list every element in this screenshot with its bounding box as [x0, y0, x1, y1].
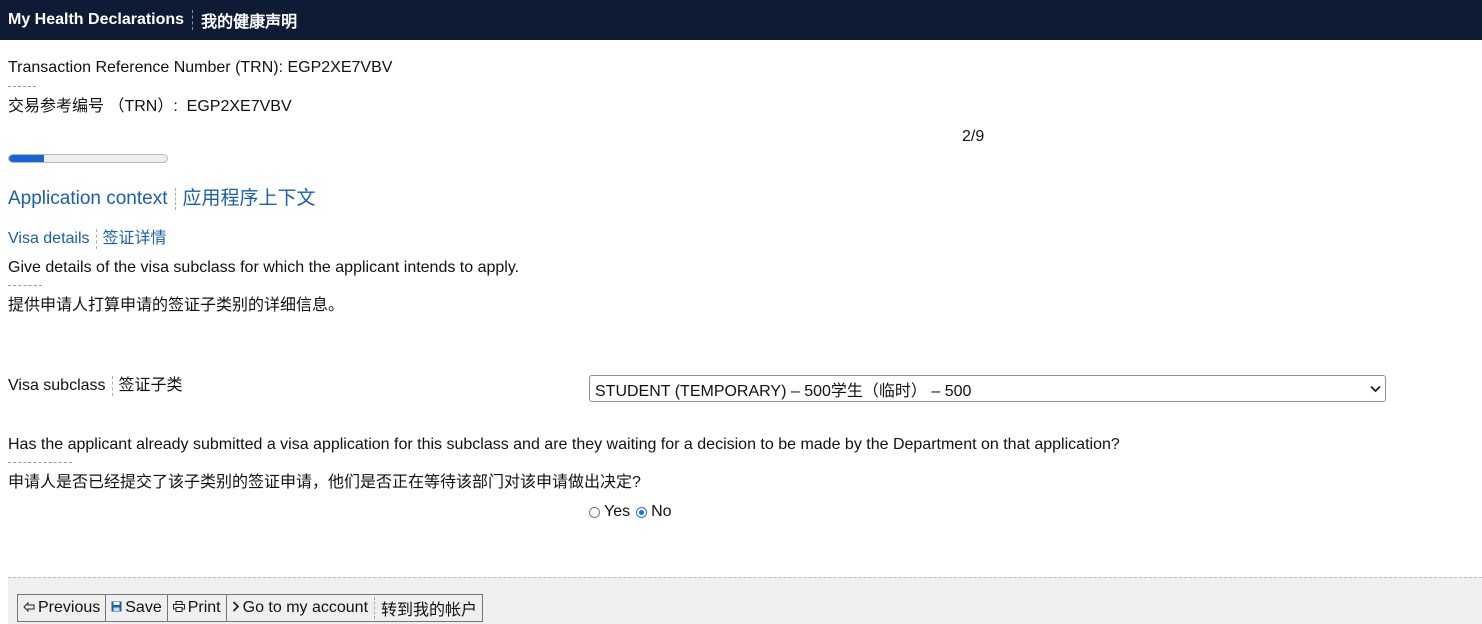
decision-radio-group: Yes No	[589, 503, 672, 521]
save-label: Save	[125, 599, 162, 616]
section-title-en: Application context	[8, 188, 168, 209]
go-to-account-button[interactable]: Go to my account 转到我的帐户	[225, 594, 484, 622]
section-heading: Application context 应用程序上下文	[8, 187, 316, 211]
previous-button[interactable]: Previous	[17, 594, 107, 622]
go-to-account-separator	[374, 597, 376, 619]
section-title-zh: 应用程序上下文	[182, 188, 316, 209]
visa-subclass-select[interactable]: STUDENT (TEMPORARY) – 500学生（临时） – 500	[589, 375, 1386, 402]
go-to-account-label-zh: 转到我的帐户	[381, 602, 478, 619]
yes-radio[interactable]	[589, 506, 600, 518]
progress-text: 2/9	[962, 128, 985, 145]
visa-details-title-en: Visa details	[8, 230, 90, 248]
save-button[interactable]: Save	[105, 594, 168, 622]
no-label[interactable]: No	[651, 503, 671, 521]
progress-fill	[9, 155, 45, 162]
chevron-down-icon	[1365, 382, 1385, 396]
chevron-right-icon	[232, 601, 240, 615]
print-label: Print	[187, 599, 221, 616]
visa-details-heading: Visa details 签证详情	[8, 229, 167, 249]
visa-subclass-label-zh: 签证子类	[118, 377, 183, 395]
visa-subclass-label-en: Visa subclass	[8, 377, 106, 395]
arrow-left-icon	[23, 601, 35, 615]
visa-details-desc-en: Give details of the visa subclass for wh…	[8, 259, 520, 276]
header-title-en: My Health Declarations	[8, 11, 185, 28]
visa-subclass-label-separator	[111, 376, 113, 396]
button-bar: Previous Save Print Go to my account 转到我…	[17, 594, 484, 622]
visa-subclass-label: Visa subclass 签证子类	[8, 376, 183, 396]
trn-en: Transaction Reference Number (TRN): EGP2…	[8, 59, 393, 76]
visa-details-title-zh: 签证详情	[102, 230, 167, 248]
progress-bar	[8, 154, 168, 163]
print-button[interactable]: Print	[166, 594, 227, 622]
go-to-account-label-en: Go to my account	[242, 599, 369, 616]
previous-label: Previous	[38, 599, 101, 616]
question-en: Has the applicant already submitted a vi…	[8, 436, 1120, 453]
visa-subclass-selected-value: STUDENT (TEMPORARY) – 500学生（临时） – 500	[595, 382, 972, 400]
visa-details-divider	[8, 285, 42, 286]
floppy-disk-icon	[111, 601, 122, 615]
question-zh: 申请人是否已经提交了该子类别的签证申请，他们是否正在等待该部门对该申请做出决定?	[8, 474, 641, 491]
printer-icon	[172, 601, 185, 615]
visa-details-desc-zh: 提供申请人打算申请的签证子类别的详细信息。	[8, 297, 345, 314]
header-title-zh: 我的健康声明	[201, 14, 298, 31]
section-heading-separator	[174, 187, 176, 210]
yes-label[interactable]: Yes	[604, 503, 630, 521]
trn-zh: 交易参考编号 （TRN）: EGP2XE7VBV	[8, 98, 292, 115]
visa-details-separator	[95, 229, 97, 249]
no-radio[interactable]	[636, 506, 648, 518]
question-divider	[8, 462, 72, 463]
header-separator	[192, 10, 194, 30]
trn-divider	[8, 86, 36, 87]
header-bar: My Health Declarations 我的健康声明	[0, 0, 1482, 40]
